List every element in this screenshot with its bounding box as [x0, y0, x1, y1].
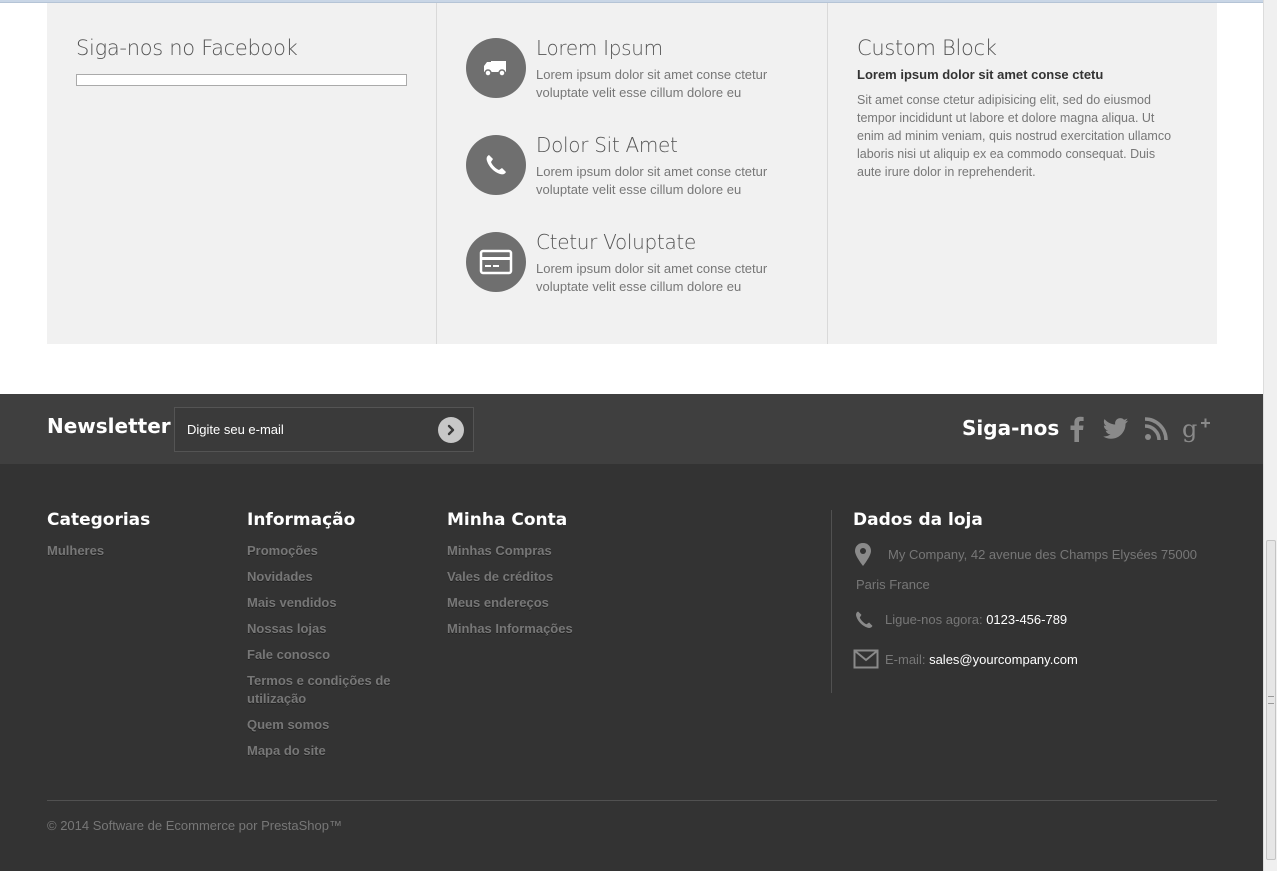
store-info-column: Dados da loja My Company, 42 avenue des … — [853, 510, 1213, 672]
facebook-widget[interactable] — [76, 74, 407, 86]
copyright-text: © 2014 Software de Ecommerce por PrestaS… — [47, 818, 343, 833]
info-desc: Lorem ipsum dolor sit amet conse ctetur … — [536, 164, 768, 197]
credit-card-icon — [466, 232, 526, 292]
scrollbar-thumb[interactable] — [1266, 540, 1276, 860]
newsletter-submit-button[interactable] — [438, 417, 464, 443]
custom-block-column: Custom Block Lorem ipsum dolor sit amet … — [828, 3, 1217, 344]
svg-text:g: g — [1182, 415, 1197, 443]
scrollbar-grip — [1268, 696, 1274, 704]
footer-link-minhas-compras[interactable]: Minhas Compras — [447, 542, 573, 560]
account-title: Minha Conta — [447, 510, 568, 530]
info-column: Lorem Ipsum Lorem ipsum dolor sit amet c… — [437, 3, 828, 344]
info-item: Ctetur Voluptate Lorem ipsum dolor sit a… — [466, 230, 827, 329]
envelope-icon — [853, 649, 885, 672]
phone-icon — [466, 135, 526, 195]
custom-block-subtitle: Lorem ipsum dolor sit amet conse ctetu — [857, 67, 1104, 82]
store-address: My Company, 42 avenue des Champs Elysées… — [856, 547, 1198, 592]
footer-divider — [47, 800, 1217, 801]
newsletter-title: Newsletter — [47, 414, 171, 438]
store-info-title: Dados da loja — [853, 510, 983, 530]
store-address-row: My Company, 42 avenue des Champs Elysées… — [853, 542, 1213, 600]
reassurance-block: Siga-nos no Facebook Lorem Ipsum Lorem i… — [47, 3, 1217, 344]
newsletter-email-input[interactable] — [175, 408, 430, 451]
store-phone-label: Ligue-nos agora: — [885, 612, 983, 627]
store-phone-row: Ligue-nos agora: 0123-456-789 — [853, 609, 1213, 634]
facebook-icon[interactable] — [1062, 414, 1092, 444]
facebook-title: Siga-nos no Facebook — [76, 36, 298, 60]
info-title: Lorem Ipsum — [536, 36, 663, 60]
info-item: Dolor Sit Amet Lorem ipsum dolor sit ame… — [466, 133, 827, 232]
info-title: Ctetur Voluptate — [536, 230, 696, 254]
info-desc: Lorem ipsum dolor sit amet conse ctetur … — [536, 67, 768, 100]
store-email-row: E-mail: sales@yourcompany.com — [853, 649, 1213, 672]
footer-link-termos[interactable]: Termos e condições de utilização — [247, 672, 417, 708]
store-email-label: E-mail: — [885, 652, 926, 667]
footer-link-nossas-lojas[interactable]: Nossas lojas — [247, 620, 417, 638]
info-title: Dolor Sit Amet — [536, 133, 678, 157]
rss-icon[interactable] — [1141, 414, 1171, 444]
footer-link-vales-de-creditos[interactable]: Vales de créditos — [447, 568, 573, 586]
footer-link-novidades[interactable]: Novidades — [247, 568, 417, 586]
follow-us-title: Siga-nos — [962, 416, 1060, 440]
custom-block-body: Sit amet conse ctetur adipisicing elit, … — [857, 93, 1172, 179]
categories-column: Categorias Mulheres — [47, 510, 150, 568]
footer-link-quem-somos[interactable]: Quem somos — [247, 716, 417, 734]
twitter-icon[interactable] — [1101, 414, 1131, 444]
truck-icon — [466, 38, 526, 98]
information-column: Informação Promoções Novidades Mais vend… — [247, 510, 417, 768]
google-plus-icon[interactable]: g — [1181, 414, 1211, 444]
custom-block-title: Custom Block — [857, 36, 997, 60]
newsletter-form — [174, 407, 474, 452]
facebook-column: Siga-nos no Facebook — [47, 3, 437, 344]
phone-icon — [853, 609, 885, 634]
footer-link-mulheres[interactable]: Mulheres — [47, 542, 150, 560]
footer-link-minhas-informacoes[interactable]: Minhas Informações — [447, 620, 573, 638]
information-title: Informação — [247, 510, 356, 530]
info-desc: Lorem ipsum dolor sit amet conse ctetur … — [536, 261, 768, 294]
footer-link-mapa-do-site[interactable]: Mapa do site — [247, 742, 417, 760]
footer-link-fale-conosco[interactable]: Fale conosco — [247, 646, 417, 664]
store-divider — [831, 510, 832, 693]
newsletter-bar: Newsletter Siga-nos g — [0, 394, 1263, 464]
footer: Categorias Mulheres Informação Promoções… — [0, 464, 1263, 871]
footer-link-mais-vendidos[interactable]: Mais vendidos — [247, 594, 417, 612]
categories-title: Categorias — [47, 510, 151, 530]
account-column: Minha Conta Minhas Compras Vales de créd… — [447, 510, 573, 646]
chevron-right-icon — [447, 424, 455, 436]
store-phone[interactable]: 0123-456-789 — [986, 612, 1067, 627]
store-email-link[interactable]: sales@yourcompany.com — [929, 652, 1078, 667]
info-item: Lorem Ipsum Lorem ipsum dolor sit amet c… — [466, 36, 827, 135]
footer-link-meus-enderecos[interactable]: Meus endereços — [447, 594, 573, 612]
page-scrollbar[interactable] — [1263, 0, 1277, 871]
footer-link-promocoes[interactable]: Promoções — [247, 542, 417, 560]
